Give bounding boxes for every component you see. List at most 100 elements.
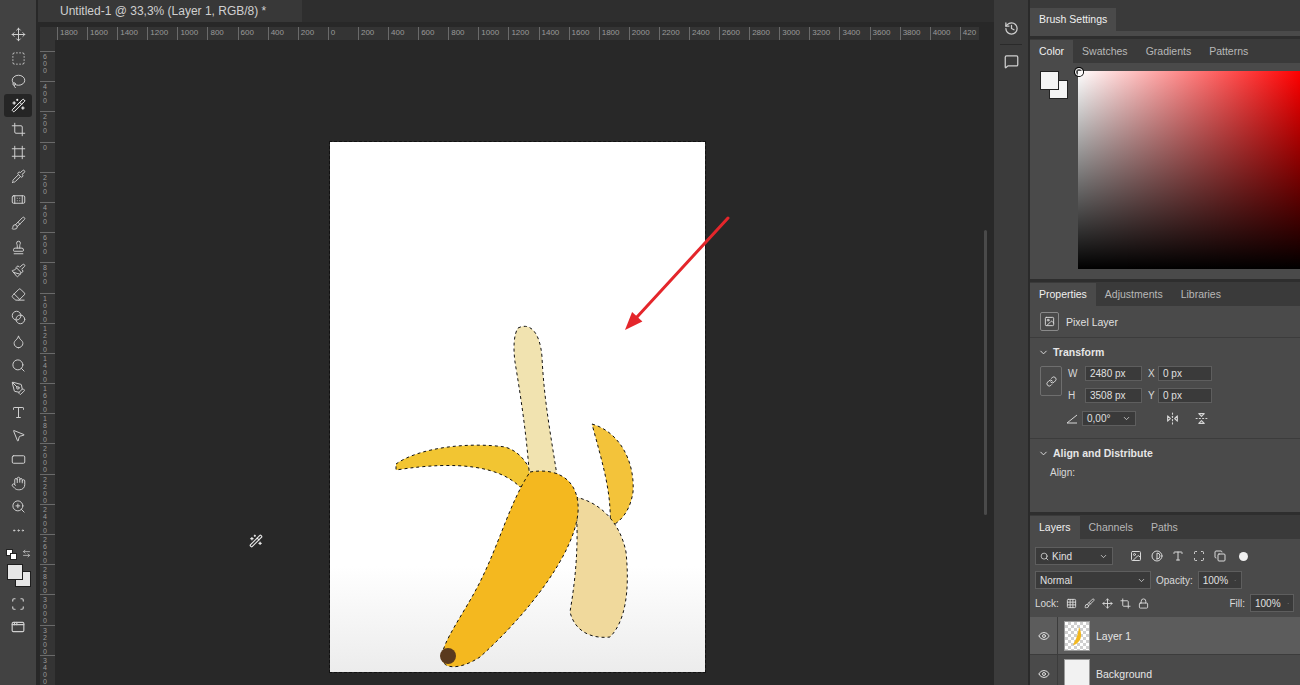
ruler-label: 600 [238, 27, 268, 40]
panel-tab[interactable]: Channels [1080, 516, 1142, 539]
opacity-label: Opacity: [1156, 575, 1193, 586]
tool-button[interactable] [4, 518, 32, 542]
red-arrow-icon [615, 210, 740, 340]
tool-button[interactable] [4, 141, 32, 165]
history-button[interactable] [999, 18, 1023, 38]
quick-mask-button[interactable] [4, 592, 32, 615]
visibility-toggle[interactable] [1030, 655, 1058, 685]
vertical-scrollbar[interactable] [979, 40, 991, 685]
scroll-thumb[interactable] [984, 230, 987, 515]
ruler-label: 2800 [43, 566, 47, 594]
ruler-tick: 600 [40, 232, 55, 262]
transform-header[interactable]: Transform [1030, 338, 1300, 364]
tool-button[interactable] [4, 165, 32, 189]
panel-tab[interactable]: Gradients [1137, 40, 1201, 63]
screen-mode-button[interactable] [4, 615, 32, 638]
fill-field[interactable]: 100% [1250, 594, 1294, 612]
panel-tab[interactable]: Layers [1030, 516, 1080, 539]
tool-button[interactable] [4, 235, 32, 259]
properties-tab-bar: PropertiesAdjustmentsLibraries [1030, 282, 1300, 306]
ruler-label: 0 [328, 27, 358, 40]
color-field[interactable] [1078, 71, 1300, 269]
document-tab[interactable]: Untitled-1 @ 33,3% (Layer 1, RGB/8) * [38, 0, 302, 22]
lock-all-icon[interactable] [1138, 598, 1149, 609]
ruler-label: 2400 [43, 506, 47, 534]
filter-toggle[interactable] [1239, 552, 1248, 561]
type-filter-icon[interactable] [1172, 550, 1184, 562]
ruler-label: 200 [358, 27, 388, 40]
tool-button[interactable] [4, 212, 32, 236]
panel-tab[interactable]: Brush Settings [1030, 8, 1116, 31]
tool-button[interactable] [4, 330, 32, 354]
crop-icon [11, 122, 26, 137]
tool-button[interactable] [4, 495, 32, 519]
panel-tab[interactable]: Swatches [1073, 40, 1137, 63]
foreground-color-swatch[interactable] [7, 564, 23, 580]
horizontal-ruler[interactable]: 1800160014001200100080060040020002004006… [55, 27, 979, 40]
angle-field[interactable]: 0,00° [1082, 411, 1136, 426]
tool-button[interactable] [4, 94, 32, 118]
tool-button[interactable] [4, 117, 32, 141]
tool-button[interactable] [4, 448, 32, 472]
lock-pixels-icon[interactable] [1084, 598, 1095, 609]
field-label: X [1142, 368, 1158, 379]
color-swatches[interactable] [3, 548, 33, 592]
healing-icon [11, 192, 26, 207]
adjustment-filter-icon[interactable] [1151, 550, 1163, 562]
align-header[interactable]: Align and Distribute [1030, 439, 1300, 465]
flip-horizontal-button[interactable] [1166, 412, 1179, 425]
foreground-swatch[interactable] [1040, 71, 1059, 90]
width-field[interactable]: 2480 px [1085, 366, 1142, 381]
document-page[interactable] [330, 142, 705, 672]
color-picker-ring[interactable] [1075, 68, 1083, 76]
x-field[interactable]: 0 px [1158, 366, 1212, 381]
canvas[interactable] [55, 40, 979, 685]
visibility-toggle[interactable] [1030, 617, 1058, 654]
smart-object-filter-icon[interactable] [1214, 550, 1226, 562]
panel-tab[interactable]: Adjustments [1096, 283, 1172, 306]
pixel-filter-icon[interactable] [1130, 550, 1142, 562]
tool-button[interactable] [4, 401, 32, 425]
tool-button[interactable] [4, 47, 32, 71]
tool-button[interactable] [4, 188, 32, 212]
brush-settings-panel: Brush Settings [1030, 0, 1300, 36]
fill-label: Fill: [1229, 598, 1245, 609]
y-field[interactable]: 0 px [1158, 388, 1212, 403]
panel-tab[interactable]: Patterns [1200, 40, 1257, 63]
tool-button[interactable] [4, 259, 32, 283]
tool-button[interactable] [4, 283, 32, 307]
panel-tab[interactable]: Paths [1142, 516, 1187, 539]
link-button[interactable] [1040, 366, 1062, 396]
tools-toolbar [0, 0, 36, 685]
opacity-field[interactable]: 100% [1198, 571, 1242, 589]
tool-button[interactable] [4, 23, 32, 47]
tool-button[interactable] [4, 377, 32, 401]
height-field[interactable]: 3508 px [1085, 388, 1142, 403]
vertical-ruler[interactable]: 6004002000200400600800100012001400160018… [40, 40, 55, 685]
panel-tab[interactable]: Color [1030, 40, 1073, 63]
tool-button[interactable] [4, 471, 32, 495]
color-swatch-pair[interactable] [1040, 71, 1070, 101]
frame-icon [11, 145, 26, 160]
shape-filter-icon[interactable] [1193, 550, 1205, 562]
comments-button[interactable] [999, 51, 1023, 71]
ruler-label: 2000 [629, 27, 659, 40]
panel-tab[interactable]: Libraries [1172, 283, 1230, 306]
layer-row[interactable]: Background [1030, 655, 1300, 685]
tool-button[interactable] [4, 353, 32, 377]
ruler-corner[interactable] [40, 27, 55, 40]
layer-row[interactable]: Layer 1 [1030, 617, 1300, 655]
blend-mode-select[interactable]: Normal [1035, 571, 1151, 589]
tool-button[interactable] [4, 70, 32, 94]
filter-select[interactable]: Kind [1035, 547, 1113, 565]
swap-colors-button[interactable] [22, 549, 31, 558]
lock-position-icon[interactable] [1102, 598, 1113, 609]
ruler-label: 420 [960, 27, 979, 40]
tool-button[interactable] [4, 306, 32, 330]
panel-tab[interactable]: Properties [1030, 283, 1096, 306]
tool-button[interactable] [4, 424, 32, 448]
flip-vertical-button[interactable] [1195, 412, 1208, 425]
ruler-row: 1800160014001200100080060040020002004006… [40, 27, 994, 40]
lock-artboard-icon[interactable] [1120, 598, 1131, 609]
lock-transparency-icon[interactable] [1066, 598, 1077, 609]
